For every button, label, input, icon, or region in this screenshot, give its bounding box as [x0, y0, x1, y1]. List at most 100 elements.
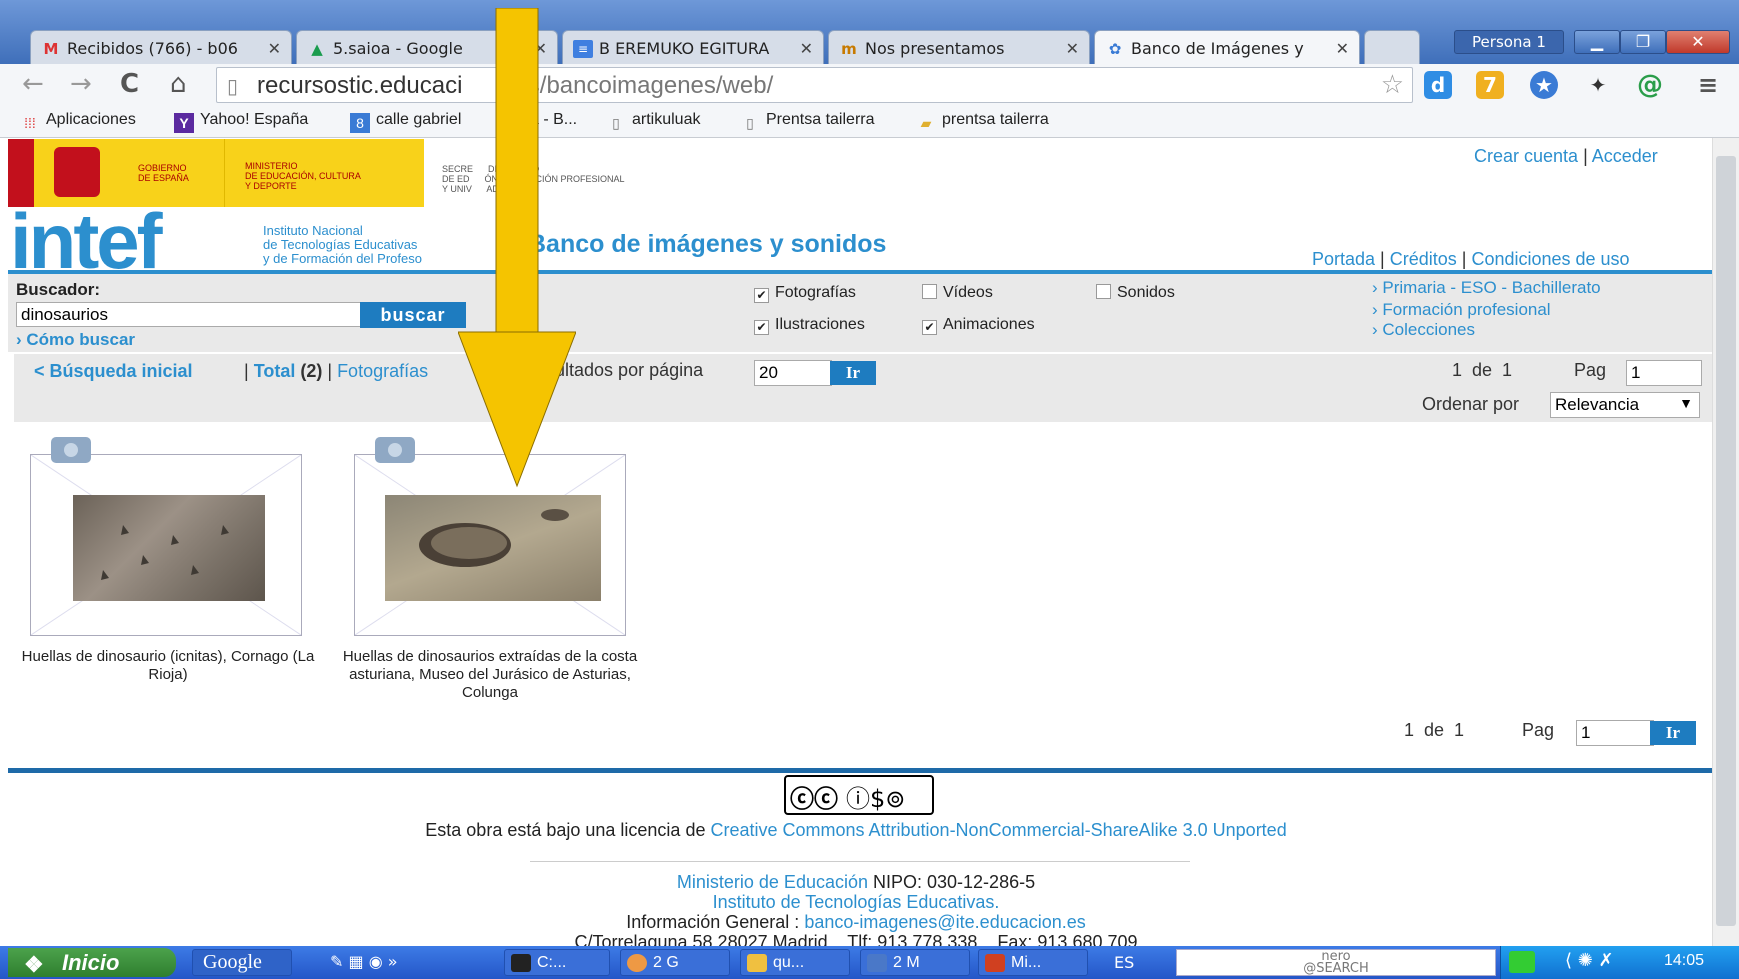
close-tab-icon[interactable]: ✕ — [1336, 39, 1349, 58]
close-tab-icon[interactable]: ✕ — [268, 39, 281, 58]
cc-license-logo[interactable]: ⓒⓒ ⓘ$⊚ — [784, 775, 934, 815]
tab-nos-presentamos[interactable]: m Nos presentamos ✕ — [828, 30, 1090, 64]
order-bar: Ordenar por Relevancia ▼ — [14, 390, 1712, 422]
como-buscar-link[interactable]: › Cómo buscar — [16, 330, 135, 350]
google-toolbar[interactable]: Google — [192, 949, 292, 976]
nero-search-box[interactable]: nero @SEARCH — [1176, 949, 1496, 976]
menu-icon[interactable]: ≡ — [1694, 71, 1722, 99]
apps-icon: ⁞⁞⁞ — [24, 115, 36, 131]
windows-logo-icon: ❖ — [24, 952, 44, 977]
scrollbar-thumb[interactable] — [1716, 156, 1736, 926]
tab-gmail[interactable]: M Recibidos (766) - b06 ✕ — [30, 30, 292, 64]
link-primaria-eso[interactable]: › Primaria - ESO - Bachillerato — [1372, 278, 1601, 298]
tab-docs[interactable]: ≡ B EREMUKO EGITURA ✕ — [562, 30, 824, 64]
nav-condiciones[interactable]: Condiciones de uso — [1471, 249, 1629, 269]
search-button[interactable]: buscar — [360, 302, 466, 328]
extension-star-icon[interactable]: ★ — [1530, 71, 1558, 99]
filter-videos[interactable]: Vídeos — [922, 284, 993, 302]
close-tab-icon[interactable]: ✕ — [1066, 39, 1079, 58]
page-input-bottom[interactable]: 1 — [1576, 720, 1654, 746]
intef-subtitle: Instituto Nacional de Tecnologías Educat… — [263, 223, 422, 266]
footprints-image — [101, 525, 229, 580]
tray-arrow-icon[interactable] — [1509, 951, 1535, 973]
search-input[interactable]: dinosaurios — [16, 302, 366, 327]
filter-animaciones[interactable]: ✔ Animaciones — [922, 316, 1035, 335]
email-link[interactable]: banco-imagenes@ite.educacion.es — [804, 912, 1085, 932]
link-colecciones[interactable]: › Colecciones — [1372, 320, 1475, 340]
address-bar[interactable]: ▯ recursostic.educaci es/bancoimagenes/we… — [216, 67, 1413, 103]
bookmark-apps[interactable]: ⁞⁞⁞ Aplicaciones — [20, 111, 136, 133]
taskbar-item-chrome[interactable]: 2 G — [620, 949, 730, 976]
filter-sonidos[interactable]: Sonidos — [1096, 284, 1175, 302]
word-icon — [867, 954, 887, 972]
taskbar-item-word[interactable]: 2 M — [860, 949, 970, 976]
per-page-input[interactable]: 20 — [754, 360, 832, 386]
tab-banco-imagenes[interactable]: ✿ Banco de Imágenes y ✕ — [1094, 30, 1360, 66]
ministerio-logo: MINISTERIO DE EDUCACIÓN, CULTURA Y DEPOR… — [224, 139, 424, 207]
result-card[interactable] — [30, 437, 302, 636]
chrome-icon — [627, 954, 647, 972]
bookmark-yahoo[interactable]: Y Yahoo! España — [174, 111, 308, 133]
account-links: Crear cuenta | Acceder — [1474, 146, 1658, 166]
taskbar-item-cmd[interactable]: C:... — [504, 949, 610, 976]
tray-icons[interactable]: ⟨ ✺ ✗ — [1565, 950, 1614, 971]
footprint-image — [419, 509, 569, 567]
reload-icon[interactable]: C — [120, 69, 139, 99]
page-input[interactable]: 1 — [1626, 360, 1702, 386]
start-button[interactable]: ❖ Inicio — [8, 948, 176, 977]
intef-logo[interactable]: intef — [10, 202, 163, 280]
extension-at-icon[interactable]: @ — [1636, 71, 1664, 99]
page-scrollbar[interactable] — [1712, 138, 1739, 946]
order-select[interactable]: Relevancia ▼ — [1550, 392, 1700, 418]
close-window-icon[interactable]: ✕ — [1666, 30, 1730, 54]
license-link[interactable]: Creative Commons Attribution-NonCommerci… — [710, 820, 1286, 840]
result-caption[interactable]: Huellas de dinosaurios extraídas de la c… — [330, 648, 650, 702]
filter-ilustraciones[interactable]: ✔ Ilustraciones — [754, 316, 865, 335]
info-line: Información General : banco-imagenes@ite… — [626, 912, 1086, 932]
bookmark-prentsa-tailerra[interactable]: ▯ Prentsa tailerra — [740, 111, 874, 133]
footer-rule — [530, 861, 1190, 862]
language-indicator[interactable]: ES — [1114, 953, 1134, 972]
nav-creditos[interactable]: Créditos — [1390, 249, 1457, 269]
results-bar: < Búsqueda inicial | Total (2) | Fotogra… — [14, 354, 1712, 390]
taskbar-item-powerpoint[interactable]: Mi... — [978, 949, 1088, 976]
profile-button[interactable]: Persona 1 — [1454, 30, 1564, 54]
instituto-line: Instituto de Tecnologías Educativas. — [0, 892, 1712, 913]
extension-bird-icon[interactable]: ✦ — [1584, 71, 1612, 99]
new-tab-button[interactable] — [1364, 30, 1420, 64]
home-icon[interactable]: ⌂ — [170, 69, 187, 99]
per-page-go-button[interactable]: Ir — [830, 361, 876, 385]
extension-d-icon[interactable]: d — [1424, 71, 1452, 99]
result-caption[interactable]: Huellas de dinosaurio (icnitas), Cornago… — [8, 648, 328, 684]
bookmark-prentsa-tailerra-folder[interactable]: ▰ prentsa tailerra — [916, 111, 1049, 133]
close-tab-icon[interactable]: ✕ — [800, 39, 813, 58]
star-icon[interactable]: ☆ — [1381, 70, 1404, 100]
back-icon[interactable]: ← — [22, 69, 44, 99]
browser-tab-strip: M Recibidos (766) - b06 ✕ ▲ 5.saioa - Go… — [0, 0, 1739, 66]
forward-icon[interactable]: → — [70, 69, 92, 99]
minimize-icon[interactable]: ▁ — [1574, 30, 1620, 54]
ministerio-link[interactable]: Ministerio de Educación — [677, 872, 868, 892]
link-formacion-profesional[interactable]: › Formación profesional — [1372, 300, 1551, 320]
filter-fotografias[interactable]: ✔ Fotografías — [754, 284, 856, 303]
result-thumbnail[interactable] — [385, 495, 601, 601]
search-panel: Buscador: dinosaurios buscar › Cómo busc… — [8, 274, 1712, 352]
bookmark-artikuluak[interactable]: ▯ artikuluak — [606, 111, 700, 133]
result-thumbnail[interactable] — [73, 495, 265, 601]
order-label: Ordenar por — [1422, 394, 1520, 414]
tab-label: Recibidos (766) - b06 — [67, 39, 238, 58]
busqueda-inicial-link[interactable]: < Búsqueda inicial — [34, 361, 193, 382]
extension-badge-icon[interactable]: 7 — [1476, 71, 1504, 99]
taskbar-item-folder[interactable]: qu... — [740, 949, 850, 976]
restore-icon[interactable]: ❐ — [1620, 30, 1666, 54]
address-line: C/Torrelaguna 58 28027 Madrid Tlf: 913 7… — [574, 932, 1138, 946]
crear-cuenta-link[interactable]: Crear cuenta — [1474, 146, 1578, 166]
quicklaunch-icons[interactable]: ✎ ▦ ◉ » — [330, 952, 398, 971]
nav-portada[interactable]: Portada — [1312, 249, 1375, 269]
page-go-button[interactable]: Ir — [1650, 721, 1696, 745]
yahoo-icon: Y — [174, 113, 194, 133]
instituto-link[interactable]: Instituto de Tecnologías Educativas. — [713, 892, 1000, 912]
acceder-link[interactable]: Acceder — [1592, 146, 1658, 166]
bookmark-calle-gabriel[interactable]: 8 calle gabriel — [350, 111, 461, 133]
checkbox-checked-icon: ✔ — [754, 320, 769, 335]
